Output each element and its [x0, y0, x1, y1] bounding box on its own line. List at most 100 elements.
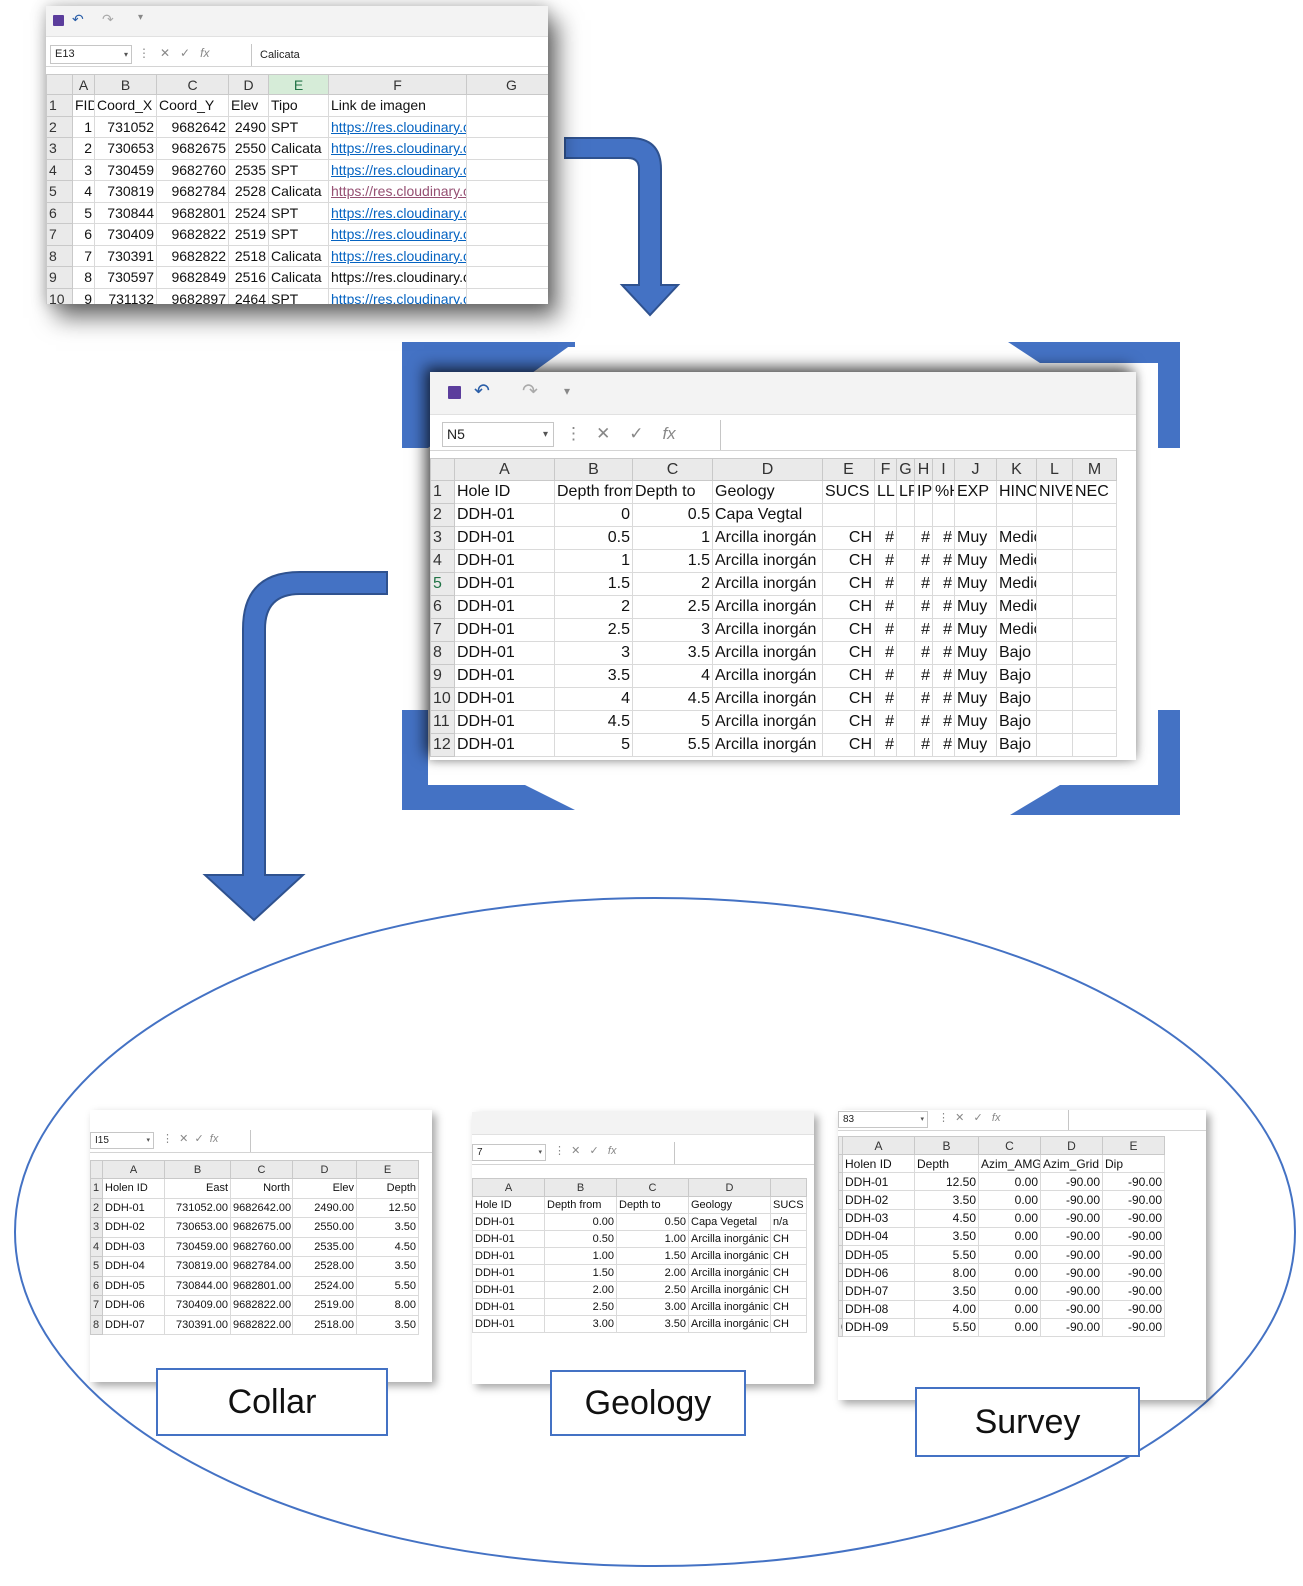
cell[interactable]: 0.00: [978, 1317, 1041, 1337]
cell[interactable]: SPT: [268, 287, 329, 304]
cell[interactable]: Bajo: [996, 641, 1037, 665]
row-header[interactable]: 4: [46, 158, 73, 181]
cell[interactable]: #: [914, 687, 933, 711]
cell[interactable]: Elev: [292, 1178, 357, 1199]
cell[interactable]: 0.00: [978, 1190, 1041, 1210]
cell[interactable]: 3.50: [914, 1281, 979, 1301]
column-header[interactable]: C: [230, 1160, 293, 1179]
save-icon-2[interactable]: [448, 386, 461, 399]
cell[interactable]: 3: [632, 618, 713, 642]
row-header[interactable]: 10: [430, 687, 455, 711]
cell[interactable]: CH: [770, 1264, 807, 1282]
cell[interactable]: Muy: [954, 572, 997, 596]
cell[interactable]: 9682822.00: [230, 1295, 293, 1316]
cell[interactable]: DDH-01: [472, 1281, 545, 1299]
cell[interactable]: -90.00: [1040, 1226, 1103, 1246]
column-header[interactable]: F: [874, 458, 897, 481]
cell[interactable]: Arcilla inorgánic: [688, 1264, 771, 1282]
row-header[interactable]: 12: [430, 733, 455, 757]
column-header[interactable]: B: [164, 1160, 231, 1179]
cell[interactable]: DDH-01: [454, 710, 555, 734]
cell[interactable]: Arcilla inorgánic: [688, 1298, 771, 1316]
cell[interactable]: Muy: [954, 733, 997, 757]
cell[interactable]: 1.00: [616, 1230, 689, 1248]
cell[interactable]: 2.00: [616, 1264, 689, 1282]
cell[interactable]: -90.00: [1040, 1281, 1103, 1301]
cell[interactable]: 730597: [94, 266, 157, 289]
cell[interactable]: [954, 503, 997, 527]
cell[interactable]: SPT: [268, 115, 329, 138]
column-header[interactable]: [770, 1178, 807, 1197]
column-header[interactable]: E: [1102, 1136, 1165, 1155]
cell[interactable]: 730653: [94, 137, 157, 160]
cell[interactable]: 2528.00: [292, 1256, 357, 1277]
cell[interactable]: -90.00: [1040, 1317, 1103, 1337]
cell[interactable]: 9682801.00: [230, 1275, 293, 1296]
cell[interactable]: 1.5: [554, 572, 633, 596]
cell[interactable]: DDH-01: [472, 1298, 545, 1316]
cell[interactable]: HINC: [996, 480, 1037, 504]
cell[interactable]: IP: [914, 480, 933, 504]
cell[interactable]: #: [874, 664, 897, 688]
select-all-corner[interactable]: [46, 74, 73, 95]
cell[interactable]: DDH-01: [454, 733, 555, 757]
cell[interactable]: #: [914, 572, 933, 596]
cell[interactable]: DDH-04: [842, 1226, 915, 1246]
cell[interactable]: Geology: [688, 1196, 771, 1214]
cell[interactable]: 3.5: [554, 664, 633, 688]
undo-icon[interactable]: ↶: [72, 11, 84, 28]
cell[interactable]: 4.5: [632, 687, 713, 711]
column-header[interactable]: B: [554, 458, 633, 481]
cell[interactable]: #: [874, 687, 897, 711]
cell[interactable]: Holen ID: [842, 1153, 915, 1174]
cell[interactable]: [1036, 733, 1073, 757]
cell[interactable]: DDH-05: [842, 1244, 915, 1265]
cell[interactable]: [822, 503, 875, 527]
row-header[interactable]: 1: [46, 94, 73, 117]
cell[interactable]: Calicata: [268, 266, 329, 289]
column-header[interactable]: D: [1040, 1136, 1103, 1155]
cell[interactable]: SUCS: [822, 480, 875, 504]
cell[interactable]: DDH-06: [842, 1263, 915, 1283]
cell[interactable]: [896, 503, 915, 527]
row-header[interactable]: 11: [430, 710, 455, 734]
cell[interactable]: 1.50: [616, 1247, 689, 1265]
cell[interactable]: 12.50: [356, 1197, 419, 1218]
cell[interactable]: [1072, 503, 1117, 527]
cell[interactable]: Arcilla inorgán: [712, 687, 823, 711]
cell[interactable]: [896, 687, 915, 711]
cell[interactable]: #: [874, 641, 897, 665]
column-header[interactable]: F: [328, 74, 467, 95]
cell[interactable]: #: [932, 664, 955, 688]
column-header[interactable]: E: [356, 1160, 419, 1179]
cell[interactable]: SPT: [268, 223, 329, 246]
cell[interactable]: 0.00: [978, 1226, 1041, 1246]
column-header[interactable]: A: [842, 1136, 915, 1155]
cell[interactable]: 730819: [94, 180, 157, 203]
cell[interactable]: Holen ID: [102, 1178, 165, 1199]
cell[interactable]: 4: [554, 687, 633, 711]
cell[interactable]: Bajo: [996, 710, 1037, 734]
column-header[interactable]: C: [616, 1178, 689, 1197]
select-all-corner[interactable]: [90, 1160, 103, 1179]
cell[interactable]: Calicata: [268, 137, 329, 160]
cell[interactable]: [1036, 710, 1073, 734]
cell[interactable]: -90.00: [1102, 1317, 1165, 1337]
select-all-corner[interactable]: [430, 458, 455, 481]
cell[interactable]: CH: [822, 664, 875, 688]
cell[interactable]: [466, 158, 548, 181]
cell[interactable]: Depth: [914, 1153, 979, 1174]
cell[interactable]: https://res.cloudinary.com/dkfle: [328, 201, 467, 224]
cell[interactable]: #: [914, 549, 933, 573]
row-header[interactable]: 2: [90, 1197, 103, 1218]
cell[interactable]: 5.50: [914, 1244, 979, 1265]
cell[interactable]: 1.50: [544, 1264, 617, 1282]
cell[interactable]: [466, 94, 548, 117]
cell[interactable]: DDH-01: [454, 526, 555, 550]
cell[interactable]: 2490: [228, 115, 269, 138]
cell[interactable]: 1: [72, 115, 95, 138]
cell[interactable]: NEC: [1072, 480, 1117, 504]
cell[interactable]: [1036, 549, 1073, 573]
cell[interactable]: [1036, 618, 1073, 642]
cell[interactable]: Arcilla inorgán: [712, 733, 823, 757]
